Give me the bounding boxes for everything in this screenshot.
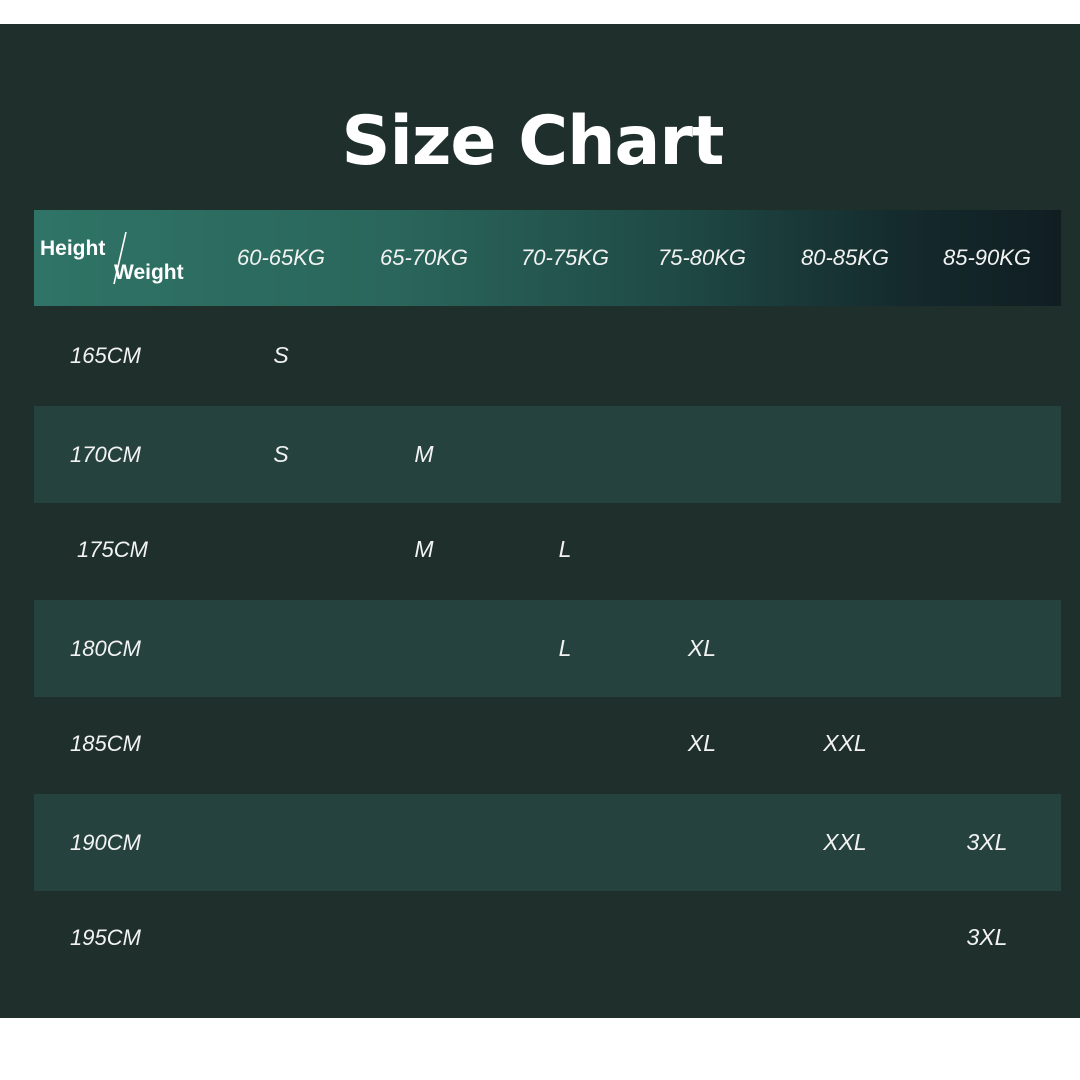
table-row: 185CM XL XXL	[34, 695, 1061, 792]
size-cell: 3XL	[966, 829, 1008, 855]
table-corner-cell: Height Weight	[34, 210, 204, 306]
column-header: 65-70KG	[379, 245, 469, 270]
size-cell: S	[273, 441, 289, 467]
height-cell: 190CM	[70, 830, 141, 855]
column-header: 85-90KG	[942, 245, 1032, 270]
height-cell: 165CM	[70, 343, 141, 368]
table-row: 180CM L XL	[34, 600, 1061, 697]
size-cell: XL	[687, 730, 717, 756]
corner-label-height: Height	[40, 237, 106, 260]
table-row: 195CM 3XL	[34, 889, 1061, 986]
column-header: 80-85KG	[800, 245, 890, 270]
size-cell: M	[414, 441, 434, 467]
size-cell: M	[414, 536, 434, 562]
height-cell: 185CM	[70, 731, 141, 756]
size-cell: L	[558, 635, 572, 661]
table-header-row: Height Weight 60-65KG 65-70KG 70-75KG 75…	[34, 210, 1061, 306]
page-title: Size Chart	[341, 102, 725, 181]
column-header: 60-65KG	[236, 245, 326, 270]
table-row: 175CM M L	[34, 501, 1061, 598]
table-row: 170CM S M	[34, 406, 1061, 503]
column-header: 70-75KG	[520, 245, 610, 270]
size-cell: S	[273, 342, 289, 368]
size-cell: XXL	[823, 829, 867, 855]
height-cell: 180CM	[70, 636, 141, 661]
size-cell: L	[558, 536, 572, 562]
size-chart-panel: Size Chart Height Weight 60-65KG 65-70KG…	[0, 24, 1080, 1018]
height-cell: 170CM	[70, 442, 141, 467]
column-header: 75-80KG	[657, 245, 747, 270]
corner-label-weight: Weight	[114, 261, 184, 284]
height-cell: 195CM	[70, 925, 141, 950]
size-cell: 3XL	[966, 924, 1008, 950]
table-row: 165CM S	[34, 307, 1061, 404]
height-cell: 175CM	[77, 537, 148, 562]
size-cell: XXL	[823, 730, 867, 756]
size-cell: XL	[687, 635, 717, 661]
table-row: 190CM XXL 3XL	[34, 794, 1061, 891]
